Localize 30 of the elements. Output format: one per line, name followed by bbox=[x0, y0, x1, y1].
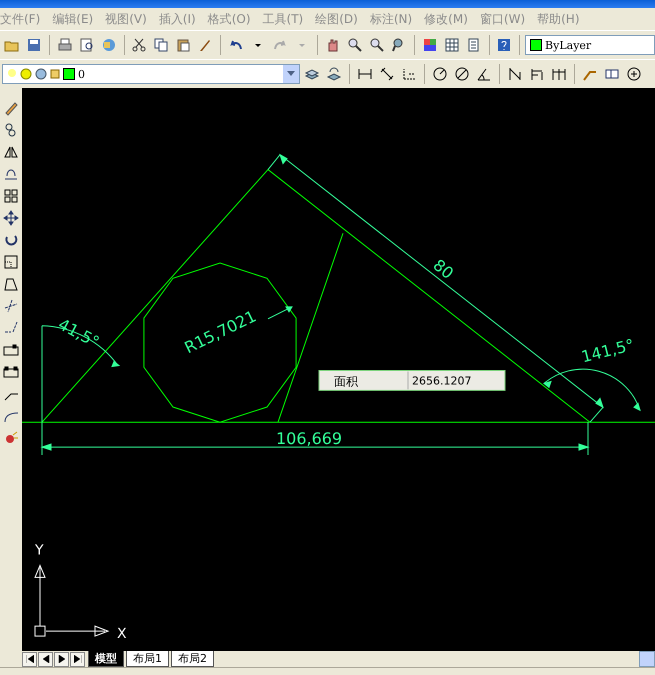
layer-dropdown[interactable]: 0 bbox=[2, 64, 300, 84]
axis-label: Y bbox=[35, 542, 44, 558]
menu-item[interactable]: 文件(F) bbox=[0, 10, 46, 28]
layout-tab[interactable]: 布局2 bbox=[171, 651, 214, 667]
dimension-text: 141,5° bbox=[579, 335, 636, 366]
dimension-text: 80 bbox=[429, 255, 458, 283]
dimension-text: 41,5° bbox=[55, 314, 103, 352]
tooltip-label: 面积 bbox=[334, 374, 358, 388]
tooltip-value: 2656.1207 bbox=[412, 374, 472, 388]
menu-item[interactable]: 标注(N) bbox=[364, 10, 418, 28]
menu-item[interactable]: 插入(I) bbox=[152, 10, 202, 28]
menu-item[interactable]: 格式(O) bbox=[202, 10, 257, 28]
menu-item[interactable]: 视图(V) bbox=[99, 10, 153, 28]
layout-tab[interactable]: 布局1 bbox=[126, 651, 169, 667]
menu-item[interactable]: 绘图(D) bbox=[309, 10, 364, 28]
dropdown-caret-icon[interactable] bbox=[283, 65, 299, 83]
menu-item[interactable]: 修改(M) bbox=[418, 10, 474, 28]
color-dropdown[interactable]: ByLayer bbox=[525, 35, 655, 55]
move-icon[interactable] bbox=[1, 208, 21, 228]
menu-item[interactable]: 帮助(H) bbox=[531, 10, 586, 28]
axis-label: X bbox=[117, 626, 127, 642]
dimension-text: 106,669 bbox=[276, 429, 342, 448]
menu-item[interactable]: 工具(T) bbox=[256, 10, 310, 28]
menu-item[interactable]: 窗口(W) bbox=[474, 10, 532, 28]
ucs-icon bbox=[34, 564, 110, 637]
layout-tab[interactable]: 模型 bbox=[88, 651, 124, 667]
layer-color-icon bbox=[63, 68, 75, 80]
radius-dimension bbox=[268, 306, 293, 320]
color-swatch-icon bbox=[530, 39, 542, 51]
menu-item[interactable]: 编辑(E) bbox=[46, 10, 100, 28]
